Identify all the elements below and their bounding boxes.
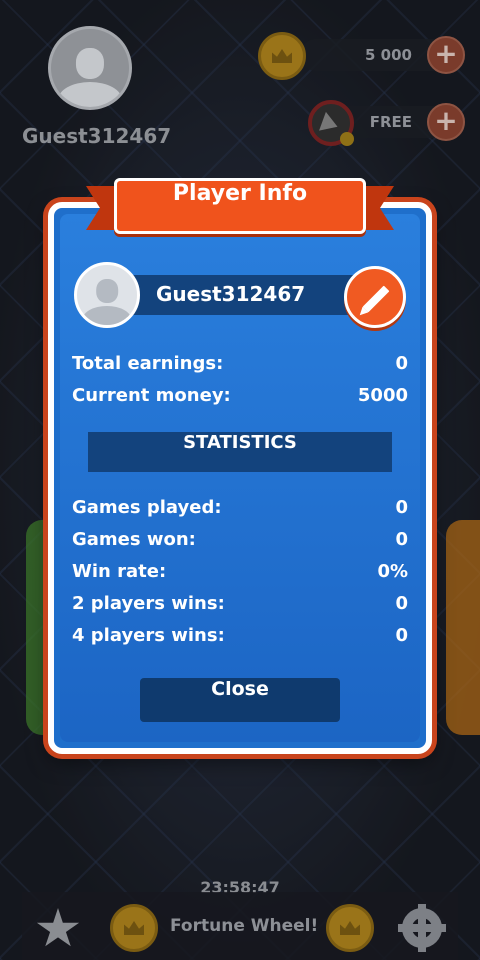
orange-player-area xyxy=(446,520,480,735)
pencil-icon xyxy=(362,285,390,313)
crown-coin-icon xyxy=(110,904,158,952)
coin-balance-value: 5 000 xyxy=(365,46,412,64)
video-ad-icon[interactable] xyxy=(308,100,354,146)
stat-label: Games won: xyxy=(72,529,196,550)
stat-row: Games played: 0 xyxy=(72,497,408,521)
stat-value: 0 xyxy=(395,593,408,614)
statistics-header: STATISTICS xyxy=(88,432,392,472)
total-earnings-value: 0 xyxy=(395,353,408,374)
gear-icon[interactable] xyxy=(398,904,446,952)
stat-row: 4 players wins: 0 xyxy=(72,625,408,649)
avatar-icon xyxy=(96,279,118,304)
dialog-title: Player Info xyxy=(114,178,366,234)
player-name: Guest312467 xyxy=(156,282,306,306)
top-username: Guest312467 xyxy=(22,124,172,148)
edit-name-button[interactable] xyxy=(344,266,406,328)
stat-row: 2 players wins: 0 xyxy=(72,593,408,617)
stat-label: 2 players wins: xyxy=(72,593,225,614)
stat-label: 4 players wins: xyxy=(72,625,225,646)
current-money-row: Current money: 5000 xyxy=(72,385,408,409)
stat-label: Games played: xyxy=(72,497,222,518)
free-label: FREE xyxy=(369,113,412,131)
current-money-label: Current money: xyxy=(72,385,231,406)
player-avatar[interactable] xyxy=(48,26,132,110)
crown-coin-icon xyxy=(258,32,306,80)
stat-row: Games won: 0 xyxy=(72,529,408,553)
total-earnings-label: Total earnings: xyxy=(72,353,224,374)
fortune-wheel-button[interactable]: Fortune Wheel! xyxy=(170,916,318,936)
player-name-bar: Guest312467 xyxy=(118,275,364,315)
stat-value: 0 xyxy=(395,625,408,646)
stat-value: 0% xyxy=(377,561,408,582)
crown-coin-icon xyxy=(326,904,374,952)
total-earnings-row: Total earnings: 0 xyxy=(72,353,408,377)
dialog-avatar xyxy=(74,262,140,328)
add-coins-button[interactable]: + xyxy=(427,36,465,74)
stat-value: 0 xyxy=(395,529,408,550)
stat-value: 0 xyxy=(395,497,408,518)
stat-label: Win rate: xyxy=(72,561,167,582)
close-button[interactable]: Close xyxy=(140,678,340,722)
current-money-value: 5000 xyxy=(357,385,408,406)
avatar-icon xyxy=(75,47,105,79)
stat-row: Win rate: 0% xyxy=(72,561,408,585)
add-free-coins-button[interactable]: + xyxy=(427,103,465,141)
